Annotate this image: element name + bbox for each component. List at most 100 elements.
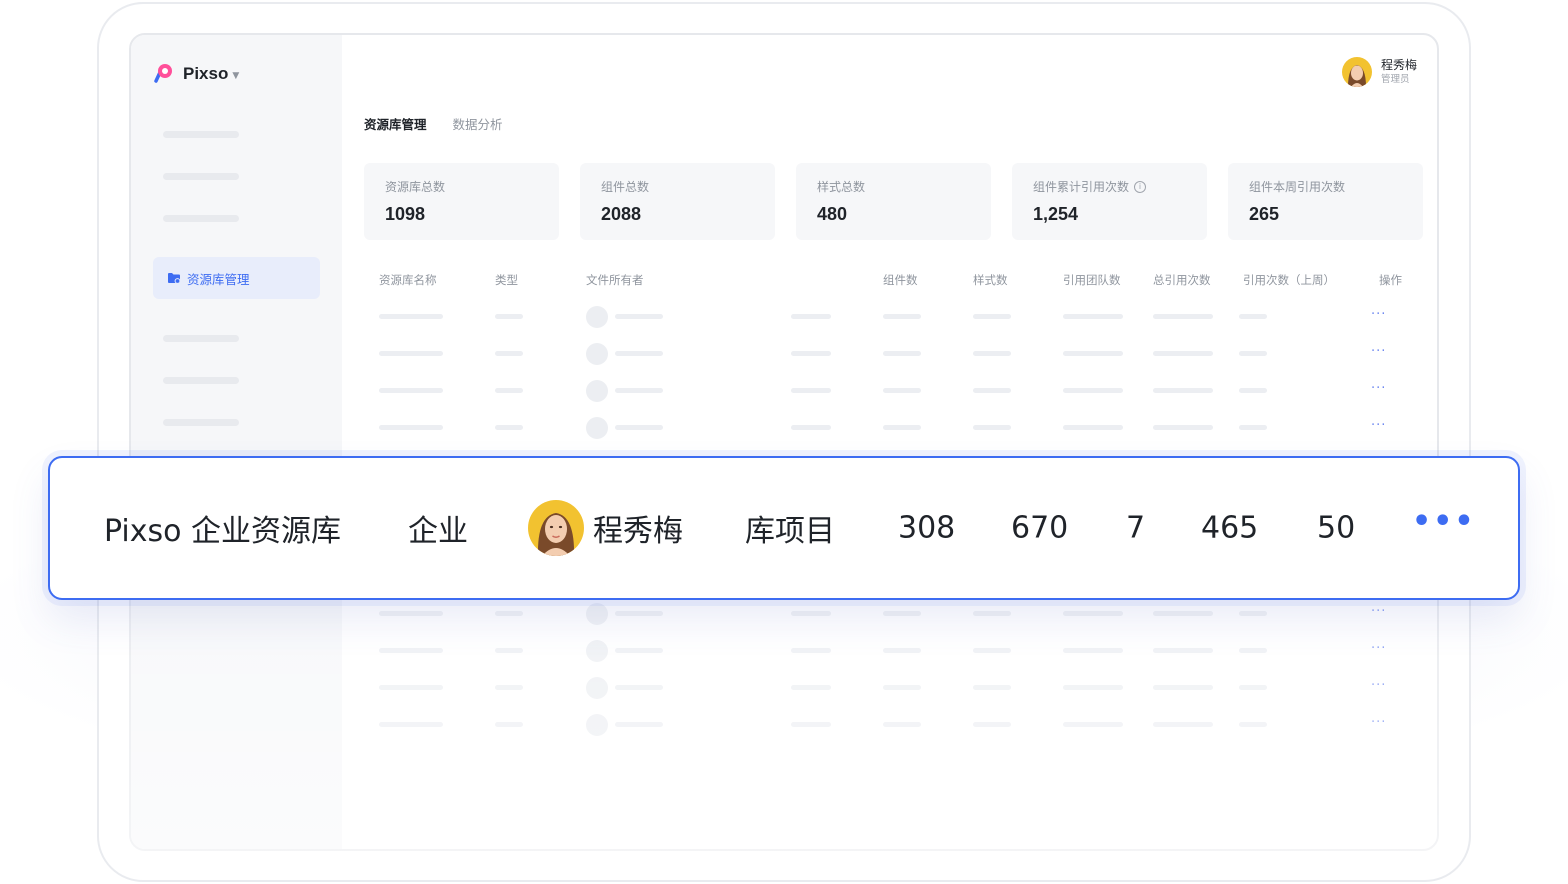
cell-placeholder [379,685,443,690]
more-actions-icon[interactable]: ••• [1412,504,1476,539]
more-actions-icon[interactable]: ··· [1371,604,1386,619]
cell-placeholder [791,611,831,616]
cell-placeholder [1153,314,1213,319]
cell-placeholder [615,425,663,430]
cell-placeholder [791,685,831,690]
total-refs-cell: 465 [1201,510,1259,546]
more-actions-icon[interactable]: ··· [1371,344,1386,359]
cell-placeholder [1063,648,1123,653]
more-actions-icon[interactable]: ··· [1371,678,1386,693]
cell-placeholder [1239,611,1267,616]
cell-placeholder [495,314,523,319]
library-name-cell: Pixso 企业资源库 [104,514,342,549]
components-cell: 308 [898,510,956,546]
cell-placeholder [883,314,921,319]
more-actions-icon[interactable]: ··· [1371,307,1386,322]
cell-placeholder [1153,388,1213,393]
table-row[interactable]: ··· [131,677,1437,699]
cell-placeholder [973,611,1011,616]
cell-placeholder [379,425,443,430]
cell-placeholder [1153,425,1213,430]
cell-placeholder [1239,388,1267,393]
table-body: ··· ··· ··· ··· ··· ··· ··· ··· [131,35,1437,849]
cell-placeholder [1063,685,1123,690]
cell-placeholder [883,611,921,616]
type-cell: 企业 [408,514,468,549]
cell-placeholder [1239,351,1267,356]
table-row[interactable]: ··· [131,417,1437,439]
cell-placeholder [495,351,523,356]
cell-placeholder [1153,351,1213,356]
cell-placeholder [791,388,831,393]
cell-placeholder [1239,425,1267,430]
cell-placeholder [1239,722,1267,727]
cell-placeholder [791,722,831,727]
cell-placeholder [615,722,663,727]
cell-placeholder [791,425,831,430]
table-row[interactable]: ··· [131,306,1437,328]
cell-placeholder [495,685,523,690]
owner-avatar-placeholder [586,306,608,328]
cell-placeholder [1153,648,1213,653]
cell-placeholder [1063,388,1123,393]
cell-placeholder [495,722,523,727]
cell-placeholder [379,388,443,393]
cell-placeholder [1153,722,1213,727]
cell-placeholder [791,351,831,356]
more-actions-icon[interactable]: ··· [1371,715,1386,730]
cell-placeholder [973,685,1011,690]
cell-placeholder [883,685,921,690]
cell-placeholder [883,425,921,430]
table-row[interactable]: ··· [131,640,1437,662]
owner-avatar-placeholder [586,380,608,402]
cell-placeholder [883,388,921,393]
cell-placeholder [615,648,663,653]
cell-placeholder [379,722,443,727]
cell-placeholder [379,314,443,319]
cell-placeholder [495,611,523,616]
cell-placeholder [1153,611,1213,616]
cell-placeholder [1153,685,1213,690]
cell-placeholder [791,314,831,319]
owner-avatar-placeholder [586,603,608,625]
table-row[interactable]: ··· [131,343,1437,365]
styles-cell: 670 [1011,510,1069,546]
cell-placeholder [1063,314,1123,319]
cell-placeholder [973,648,1011,653]
cell-placeholder [1239,314,1267,319]
more-actions-icon[interactable]: ··· [1371,418,1386,433]
owner-avatar-placeholder [586,640,608,662]
cell-placeholder [615,388,663,393]
cell-placeholder [1063,425,1123,430]
more-actions-icon[interactable]: ··· [1371,641,1386,656]
table-row[interactable]: ··· [131,714,1437,736]
cell-placeholder [973,314,1011,319]
cell-placeholder [883,648,921,653]
cell-placeholder [973,388,1011,393]
cell-placeholder [1239,648,1267,653]
cell-placeholder [973,351,1011,356]
cell-placeholder [1239,685,1267,690]
avatar [528,500,584,556]
owner-avatar-placeholder [586,343,608,365]
owner-cell: 程秀梅 [593,514,683,549]
project-cell: 库项目 [745,514,835,549]
cell-placeholder [379,351,443,356]
owner-avatar-placeholder [586,677,608,699]
table-row[interactable]: ··· [131,603,1437,625]
last-week-refs-cell: 50 [1317,510,1356,546]
highlighted-table-row[interactable]: Pixso 企业资源库 企业 程秀梅 库项目 308 670 7 465 50 … [48,456,1520,600]
cell-placeholder [495,648,523,653]
cell-placeholder [883,351,921,356]
cell-placeholder [379,611,443,616]
cell-placeholder [791,648,831,653]
table-row[interactable]: ··· [131,380,1437,402]
teams-cell: 7 [1126,510,1146,546]
cell-placeholder [495,388,523,393]
more-actions-icon[interactable]: ··· [1371,381,1386,396]
cell-placeholder [883,722,921,727]
owner-avatar-placeholder [586,417,608,439]
cell-placeholder [1063,611,1123,616]
cell-placeholder [615,351,663,356]
cell-placeholder [615,314,663,319]
